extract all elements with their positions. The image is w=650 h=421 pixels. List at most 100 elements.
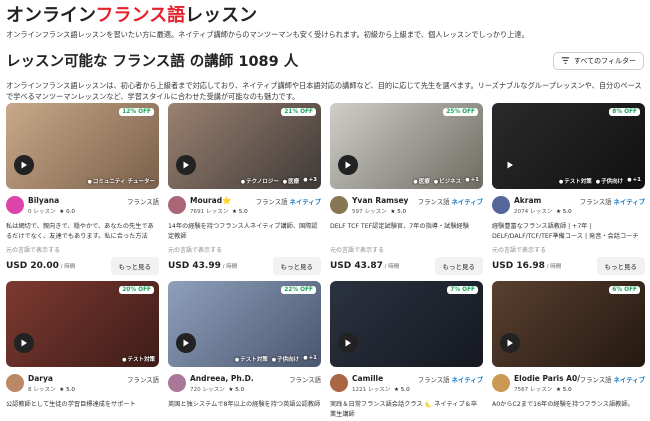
discount-badge: 12% OFF bbox=[119, 108, 154, 116]
language-name: フランス語 bbox=[417, 376, 450, 384]
play-button[interactable] bbox=[500, 333, 520, 353]
see-more-button[interactable]: もっと見る bbox=[110, 257, 159, 275]
discount-badge: 21% OFF bbox=[281, 108, 316, 116]
tag: +3 bbox=[303, 177, 317, 185]
tutor-video-thumbnail[interactable]: 20% OFF テスト対策 bbox=[6, 281, 159, 367]
language-name: フランス語 bbox=[417, 198, 450, 206]
tutor-name[interactable]: Camille bbox=[352, 374, 418, 383]
rating: ★ 5.0 bbox=[228, 387, 245, 393]
tag: テスト対策 bbox=[559, 177, 592, 185]
specialty-tags: テスト対策子供向け +1 bbox=[559, 177, 641, 185]
price-value: USD 43.99 bbox=[168, 261, 221, 271]
tutor-name[interactable]: Elodie Paris A0/C2 bbox=[514, 374, 580, 383]
tutor-card[interactable]: 21% OFF テクノロジー医療 +3 Mourad⭐ 7691 レッスン ★ 5… bbox=[168, 103, 321, 281]
tutor-video-thumbnail[interactable]: 22% OFF テスト対策子供向け +1 bbox=[168, 281, 321, 367]
show-original-link[interactable]: 元の言語で表示する bbox=[6, 245, 159, 254]
tag: +1 bbox=[303, 355, 317, 363]
tutor-card[interactable]: 8% OFF テスト対策子供向け +1 Akram 2074 レッスン ★ 5.0… bbox=[492, 103, 645, 281]
discount-badge: 8% OFF bbox=[609, 108, 640, 116]
play-icon bbox=[345, 161, 351, 169]
tutor-card[interactable]: 6% OFF Elodie Paris A0/C2 7567 レッスン ★ 5.… bbox=[492, 281, 645, 421]
lesson-count: 2074 レッスン bbox=[514, 209, 553, 215]
tag: 医療 bbox=[413, 177, 430, 185]
rating: ★ 5.0 bbox=[555, 387, 572, 393]
play-button[interactable] bbox=[176, 155, 196, 175]
native-badge: ネイティブ bbox=[613, 376, 645, 384]
tutor-name[interactable]: Akram bbox=[514, 196, 580, 205]
see-more-button[interactable]: もっと見る bbox=[596, 257, 645, 275]
tag: ビジネス bbox=[434, 177, 461, 185]
tutor-name[interactable]: Mourad⭐ bbox=[190, 196, 256, 205]
play-button[interactable] bbox=[338, 333, 358, 353]
tag: +1 bbox=[627, 177, 641, 185]
tutor-bio: 経験豊富なフランス語教師 | +7年 | DELF/DALF/TCF/TEF準備… bbox=[492, 223, 639, 240]
tutor-video-thumbnail[interactable]: 6% OFF bbox=[492, 281, 645, 367]
tutor-video-thumbnail[interactable]: 21% OFF テクノロジー医療 +3 bbox=[168, 103, 321, 189]
avatar bbox=[330, 196, 348, 214]
play-button[interactable] bbox=[176, 333, 196, 353]
tutor-name[interactable]: Bilyana bbox=[28, 196, 127, 205]
rating: ★ 5.0 bbox=[390, 209, 407, 215]
rating: ★ 5.0 bbox=[59, 387, 75, 393]
tutor-video-thumbnail[interactable]: 25% OFF 医療ビジネス +1 bbox=[330, 103, 483, 189]
tutor-stats: 8 レッスン ★ 5.0 bbox=[28, 385, 127, 393]
tutor-card[interactable]: 7% OFF Camille 1221 レッスン ★ 5.0 フランス語 ネイティ… bbox=[330, 281, 483, 421]
see-more-button[interactable]: もっと見る bbox=[272, 257, 321, 275]
tutor-card[interactable]: 25% OFF 医療ビジネス +1 Yvan Ramsey 597 レッスン ★ … bbox=[330, 103, 483, 281]
play-button[interactable] bbox=[500, 155, 520, 175]
tutor-count-heading: レッスン可能な フランス語 の講師 1089 人 bbox=[6, 54, 299, 70]
show-original-link[interactable]: 元の言語で表示する bbox=[168, 245, 321, 254]
rating: ★ 5.0 bbox=[555, 209, 572, 215]
rating: ★ 0.0 bbox=[59, 209, 75, 215]
native-badge: ネイティブ bbox=[451, 376, 483, 384]
tutor-video-thumbnail[interactable]: 12% OFF コミュニティ チューター bbox=[6, 103, 159, 189]
play-button[interactable] bbox=[14, 333, 34, 353]
lesson-count: 0 レッスン bbox=[28, 209, 56, 215]
tutor-stats: 2074 レッスン ★ 5.0 bbox=[514, 207, 580, 215]
tutor-stats: 597 レッスン ★ 5.0 bbox=[352, 207, 418, 215]
avatar bbox=[492, 374, 510, 392]
tutor-video-thumbnail[interactable]: 8% OFF テスト対策子供向け +1 bbox=[492, 103, 645, 189]
tutor-card[interactable]: 20% OFF テスト対策 Darya 8 レッスン ★ 5.0 フランス語 公… bbox=[6, 281, 159, 421]
specialty-tags: 医療ビジネス +1 bbox=[413, 177, 479, 185]
discount-badge: 22% OFF bbox=[281, 286, 316, 294]
tag: 子供向け bbox=[596, 177, 623, 185]
tutor-name[interactable]: Yvan Ramsey bbox=[352, 196, 418, 205]
discount-badge: 6% OFF bbox=[609, 286, 640, 294]
tutor-card[interactable]: 22% OFF テスト対策子供向け +1 Andreea, Ph.D. 720 レ… bbox=[168, 281, 321, 421]
show-original-link[interactable]: 元の言語で表示する bbox=[492, 245, 645, 254]
lesson-count: 720 レッスン bbox=[190, 387, 225, 393]
avatar bbox=[6, 374, 24, 392]
play-icon bbox=[345, 339, 351, 347]
tag: テスト対策 bbox=[122, 355, 155, 363]
discount-badge: 20% OFF bbox=[119, 286, 154, 294]
avatar bbox=[492, 196, 510, 214]
play-button[interactable] bbox=[14, 155, 34, 175]
avatar bbox=[168, 374, 186, 392]
tag: テスト対策 bbox=[235, 355, 268, 363]
show-original-link[interactable]: 元の言語で表示する bbox=[330, 245, 483, 254]
native-badge: ネイティブ bbox=[289, 198, 321, 206]
tutor-video-thumbnail[interactable]: 7% OFF bbox=[330, 281, 483, 367]
language-name: フランス語 bbox=[579, 376, 612, 384]
tutor-stats: 7567 レッスン ★ 5.0 bbox=[514, 385, 580, 393]
filter-icon bbox=[561, 57, 570, 64]
tutor-card[interactable]: 12% OFF コミュニティ チューター Bilyana 0 レッスン ★ 0.… bbox=[6, 103, 159, 281]
price: USD 20.00 / 時間 bbox=[6, 261, 75, 271]
avatar bbox=[330, 374, 348, 392]
avatar bbox=[168, 196, 186, 214]
all-filters-button[interactable]: すべてのフィルター bbox=[552, 51, 644, 70]
language-label: フランス語 bbox=[127, 197, 159, 206]
lesson-count: 1221 レッスン bbox=[352, 387, 391, 393]
language-label: フランス語 ネイティブ bbox=[418, 375, 483, 384]
tutor-name[interactable]: Darya bbox=[28, 374, 127, 383]
price: USD 43.87 / 時間 bbox=[330, 261, 399, 271]
tutor-bio: 私は網切で、親向きで、穏やかで、あなたの先生であるだけでなく、友達でもあります。… bbox=[6, 223, 154, 240]
see-more-button[interactable]: もっと見る bbox=[434, 257, 483, 275]
tag: 子供向け bbox=[272, 355, 299, 363]
tutor-name[interactable]: Andreea, Ph.D. bbox=[190, 374, 289, 383]
specialty-tags: テクノロジー医療 +3 bbox=[241, 177, 317, 185]
page-subtitle: オンラインフランス語レッスンを習いたい方に最適。ネイティブ講師からのマンツーマン… bbox=[6, 30, 529, 39]
play-button[interactable] bbox=[338, 155, 358, 175]
language-label: フランス語 bbox=[127, 375, 159, 384]
